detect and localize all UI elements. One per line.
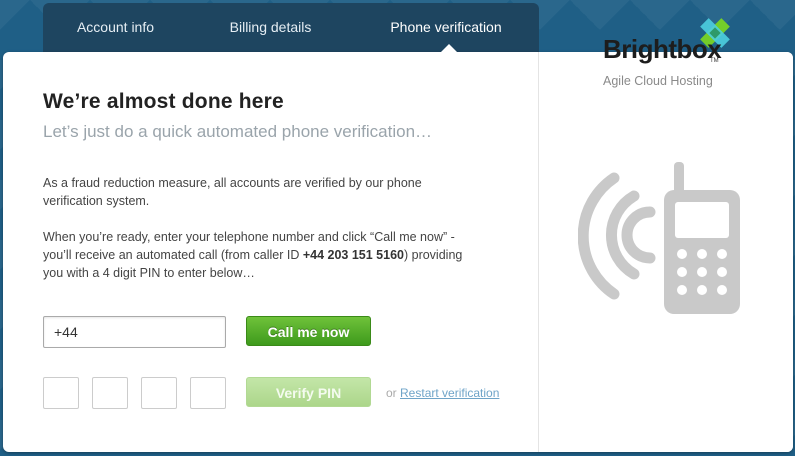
restart-verification-link[interactable]: Restart verification: [400, 386, 499, 400]
or-text: or: [386, 386, 397, 400]
tab-bar: Account info Billing details Phone verif…: [43, 3, 539, 55]
fraud-notice-text: As a fraud reduction measure, all accoun…: [43, 176, 422, 208]
pin-digit-4-input[interactable]: [190, 377, 226, 409]
page-subtitle: Let’s just do a quick automated phone ve…: [43, 122, 433, 141]
caller-id: +44 203 151 5160: [302, 248, 404, 262]
pin-digit-3-input[interactable]: [141, 377, 177, 409]
phone-number-input[interactable]: [43, 316, 226, 348]
brand-tagline: Agile Cloud Hosting: [603, 74, 713, 88]
brand-trademark: TM: [710, 58, 719, 64]
call-me-now-button[interactable]: Call me now: [246, 316, 371, 346]
panel-divider: [538, 52, 539, 452]
pin-digit-1-input[interactable]: [43, 377, 79, 409]
restart-line: or Restart verification: [386, 386, 499, 400]
instructions-text: When you’re ready, enter your telephone …: [43, 228, 463, 282]
page-title: We’re almost done here: [43, 90, 284, 113]
tab-account-info[interactable]: Account info: [43, 3, 188, 55]
phone-signal-icon: [578, 162, 740, 314]
pin-digit-2-input[interactable]: [92, 377, 128, 409]
verify-pin-button[interactable]: Verify PIN: [246, 377, 371, 407]
active-tab-indicator: [441, 44, 457, 52]
brand-name: Brightbox: [603, 34, 722, 64]
tab-billing-details[interactable]: Billing details: [188, 3, 353, 55]
